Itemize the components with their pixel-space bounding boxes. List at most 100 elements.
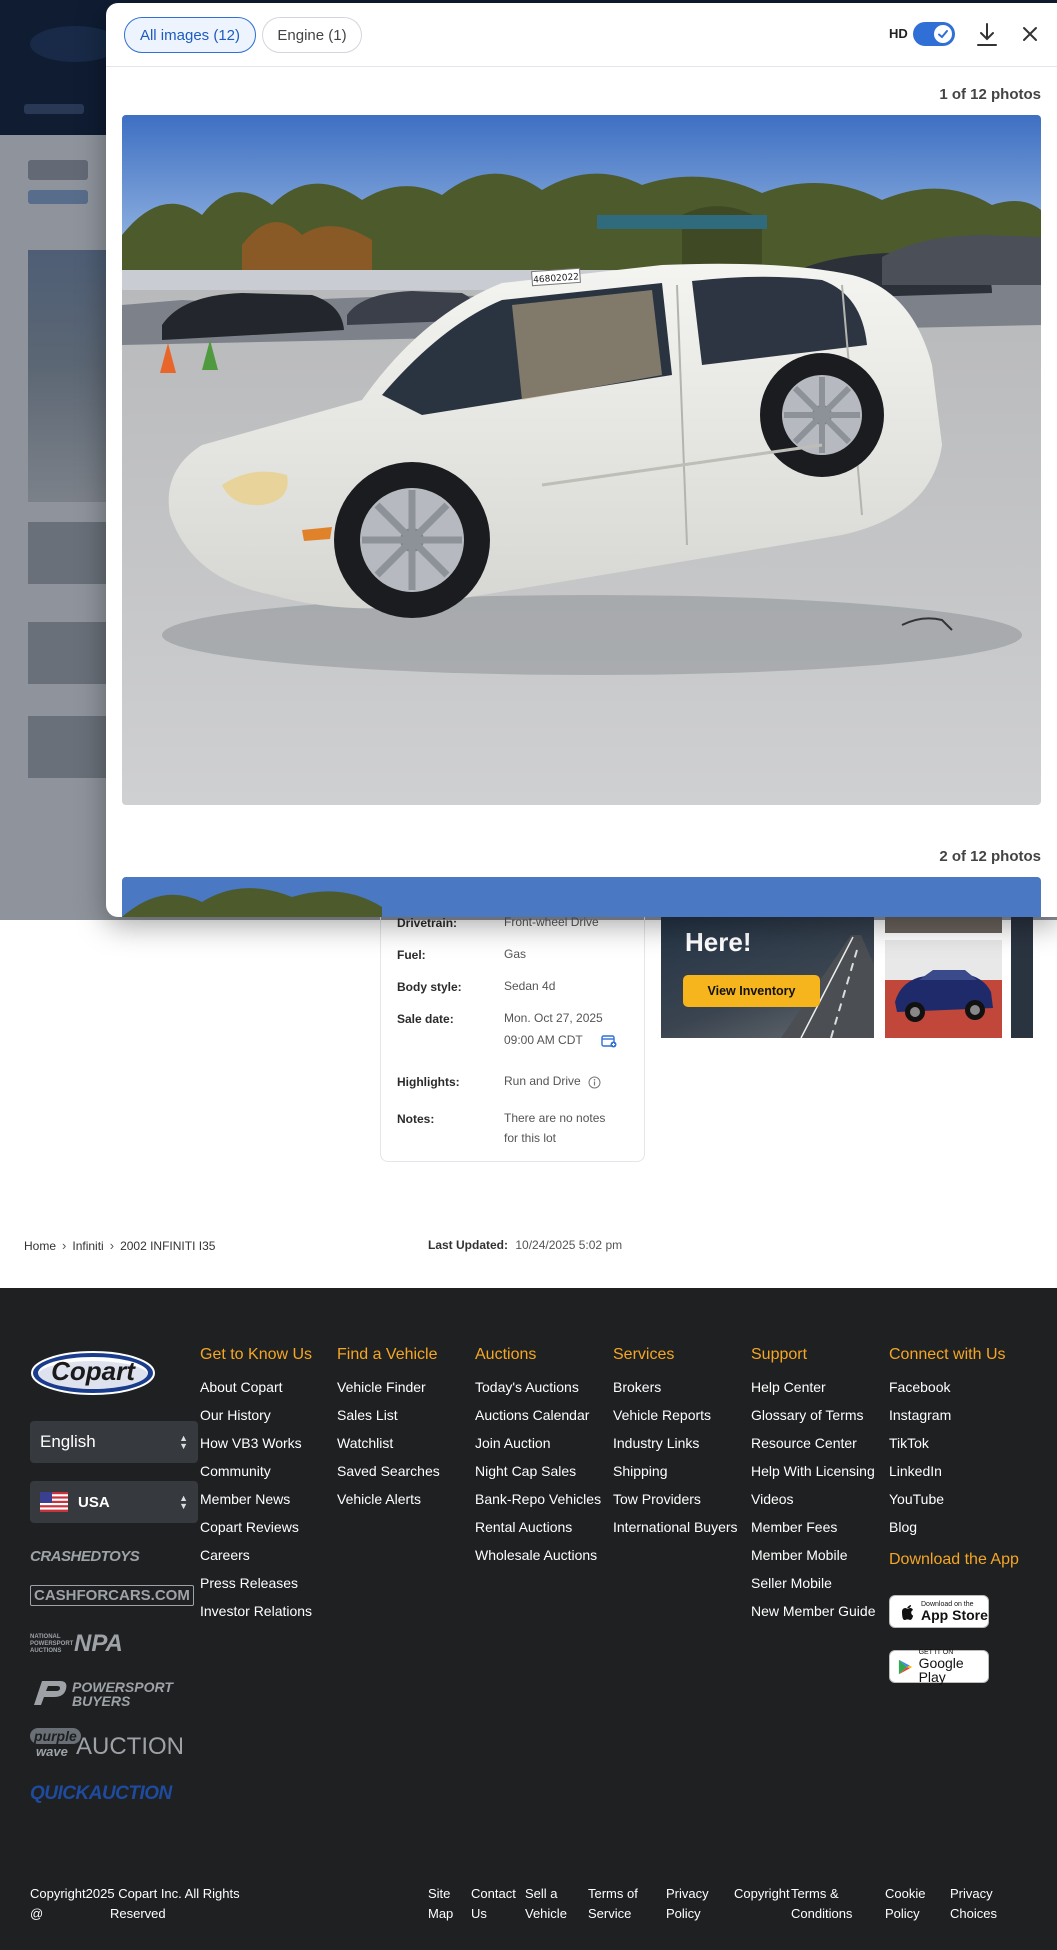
footer-link[interactable]: Saved Searches: [337, 1457, 440, 1485]
footer-link[interactable]: Help With Licensing: [751, 1457, 876, 1485]
footer-link[interactable]: Join Auction: [475, 1429, 601, 1457]
quickauction-logo[interactable]: QUICKAUCTION: [30, 1783, 172, 1805]
last-updated: Last Updated: 10/24/2025 5:02 pm: [428, 1238, 622, 1252]
footer-link[interactable]: Vehicle Finder: [337, 1373, 440, 1401]
footer-link[interactable]: Industry Links: [613, 1429, 738, 1457]
vehicle-photo-preview: [122, 877, 1041, 917]
footer-link[interactable]: Member Mobile: [751, 1541, 876, 1569]
footer-link[interactable]: Seller Mobile: [751, 1569, 876, 1597]
vehicle-thumbnail[interactable]: [1011, 905, 1033, 1038]
add-to-calendar-icon[interactable]: [601, 1034, 617, 1048]
copyright-year: 2025: [85, 1886, 115, 1901]
footer-link[interactable]: Bank-Repo Vehicles: [475, 1485, 601, 1513]
view-inventory-button[interactable]: View Inventory: [683, 975, 820, 1007]
npa-logo[interactable]: NPA: [74, 1630, 123, 1658]
chevron-right-icon: ›: [109, 1238, 115, 1253]
footer-link[interactable]: Shipping: [613, 1457, 738, 1485]
tab-engine[interactable]: Engine (1): [262, 17, 362, 53]
footer-link[interactable]: New Member Guide: [751, 1597, 876, 1625]
breadcrumb-home[interactable]: Home: [24, 1239, 56, 1253]
blog-link[interactable]: Blog: [889, 1513, 1019, 1541]
google-play-badge[interactable]: GET IT ON Google Play: [889, 1649, 989, 1684]
image-viewer-modal: All images (12) Engine (1) HD 1 of 12 ph…: [106, 3, 1057, 917]
detail-label: Body style:: [397, 980, 462, 994]
copyright-link[interactable]: Copyright: [734, 1884, 790, 1904]
footer-link[interactable]: Resource Center: [751, 1429, 876, 1457]
footer-link[interactable]: Investor Relations: [200, 1597, 312, 1625]
footer-link[interactable]: Help Center: [751, 1373, 876, 1401]
detail-label: Highlights:: [397, 1075, 460, 1089]
download-icon[interactable]: [974, 21, 1000, 49]
footer-link[interactable]: Careers: [200, 1541, 312, 1569]
chevron-right-icon: ›: [62, 1238, 67, 1253]
footer-link[interactable]: Watchlist: [337, 1429, 440, 1457]
privacy-policy-link[interactable]: Privacy Policy: [666, 1884, 709, 1924]
instagram-link[interactable]: Instagram: [889, 1401, 1019, 1429]
info-icon[interactable]: [588, 1076, 601, 1089]
facebook-link[interactable]: Facebook: [889, 1373, 1019, 1401]
privacy-choices-link[interactable]: Privacy Choices: [950, 1884, 997, 1924]
copyright-at: @: [30, 1906, 44, 1921]
linkedin-link[interactable]: LinkedIn: [889, 1457, 1019, 1485]
detail-value-line2: for this lot: [504, 1131, 557, 1145]
modal-header: All images (12) Engine (1) HD: [106, 3, 1057, 67]
terms-conditions-link[interactable]: Terms & Conditions: [791, 1884, 852, 1924]
footer-link[interactable]: Community: [200, 1457, 312, 1485]
footer-link[interactable]: Member Fees: [751, 1513, 876, 1541]
copart-logo[interactable]: Copart: [30, 1350, 156, 1396]
footer-link[interactable]: Today's Auctions: [475, 1373, 601, 1401]
tiktok-link[interactable]: TikTok: [889, 1429, 1019, 1457]
language-value: English: [40, 1432, 96, 1451]
npa-subtext: NATIONAL POWERSPORT AUCTIONS: [30, 1634, 74, 1654]
footer-col-find-a-vehicle: Find a Vehicle Vehicle Finder Sales List…: [337, 1346, 440, 1513]
footer-link[interactable]: Auctions Calendar: [475, 1401, 601, 1429]
footer-link[interactable]: Rental Auctions: [475, 1513, 601, 1541]
footer-link[interactable]: Press Releases: [200, 1569, 312, 1597]
footer-link[interactable]: Brokers: [613, 1373, 738, 1401]
breadcrumb-make[interactable]: Infiniti: [72, 1239, 103, 1253]
close-icon[interactable]: [1019, 23, 1041, 45]
vehicle-photo[interactable]: 46802022: [122, 115, 1041, 805]
footer-link[interactable]: Vehicle Alerts: [337, 1485, 440, 1513]
purplewave-logo[interactable]: purple: [30, 1728, 81, 1744]
footer-link[interactable]: About Copart: [200, 1373, 312, 1401]
vehicle-photo[interactable]: [122, 877, 1041, 917]
footer-link[interactable]: Member News: [200, 1485, 312, 1513]
us-flag-icon: [40, 1492, 68, 1512]
footer-link[interactable]: Wholesale Auctions: [475, 1541, 601, 1569]
tab-all-images[interactable]: All images (12): [124, 17, 256, 53]
contact-us-link[interactable]: Contact Us: [471, 1884, 516, 1924]
site-map-link[interactable]: Site Map: [428, 1884, 453, 1924]
copyright-line1: Copyright2025 Copart Inc. All Rights: [30, 1886, 240, 1901]
footer-link[interactable]: How VB3 Works: [200, 1429, 312, 1457]
vehicle-thumbnail[interactable]: [885, 940, 1002, 1038]
footer-link[interactable]: Our History: [200, 1401, 312, 1429]
app-store-badge[interactable]: Download on the App Store: [889, 1595, 989, 1628]
footer-link[interactable]: Videos: [751, 1485, 876, 1513]
cookie-policy-link[interactable]: Cookie Policy: [885, 1884, 925, 1924]
photo-counter: 1 of 12 photos: [939, 86, 1041, 103]
powersport-p-icon: [34, 1681, 67, 1705]
footer-link[interactable]: Sales List: [337, 1401, 440, 1429]
youtube-link[interactable]: YouTube: [889, 1485, 1019, 1513]
footer-link[interactable]: Copart Reviews: [200, 1513, 312, 1541]
footer-link[interactable]: Vehicle Reports: [613, 1401, 738, 1429]
language-select[interactable]: English ▲ ▼: [30, 1421, 198, 1463]
footer-link[interactable]: Night Cap Sales: [475, 1457, 601, 1485]
hd-toggle[interactable]: [913, 22, 955, 46]
detail-value: Mon. Oct 27, 2025: [504, 1011, 603, 1025]
purplewave-auction-text: AUCTION: [76, 1733, 184, 1760]
detail-label: Drivetrain:: [397, 916, 458, 930]
crashedtoys-logo[interactable]: CRASHEDTOYS: [30, 1548, 140, 1565]
terms-of-service-link[interactable]: Terms of Service: [588, 1884, 638, 1924]
sort-arrows-icon: ▲ ▼: [179, 1433, 188, 1451]
site-footer: Copart English ▲ ▼ USA ▲ ▼ CRASHEDTOYS CAS…: [0, 1288, 1057, 1950]
sell-a-vehicle-link[interactable]: Sell a Vehicle: [525, 1884, 567, 1924]
footer-link[interactable]: Glossary of Terms: [751, 1401, 876, 1429]
country-select[interactable]: USA ▲ ▼: [30, 1481, 198, 1523]
footer-link[interactable]: International Buyers: [613, 1513, 738, 1541]
check-icon: [934, 25, 952, 43]
footer-col-get-to-know-us: Get to Know Us About Copart Our History …: [200, 1346, 312, 1625]
footer-link[interactable]: Tow Providers: [613, 1485, 738, 1513]
cashforcars-logo[interactable]: CASHFORCARS.COM: [30, 1585, 194, 1606]
